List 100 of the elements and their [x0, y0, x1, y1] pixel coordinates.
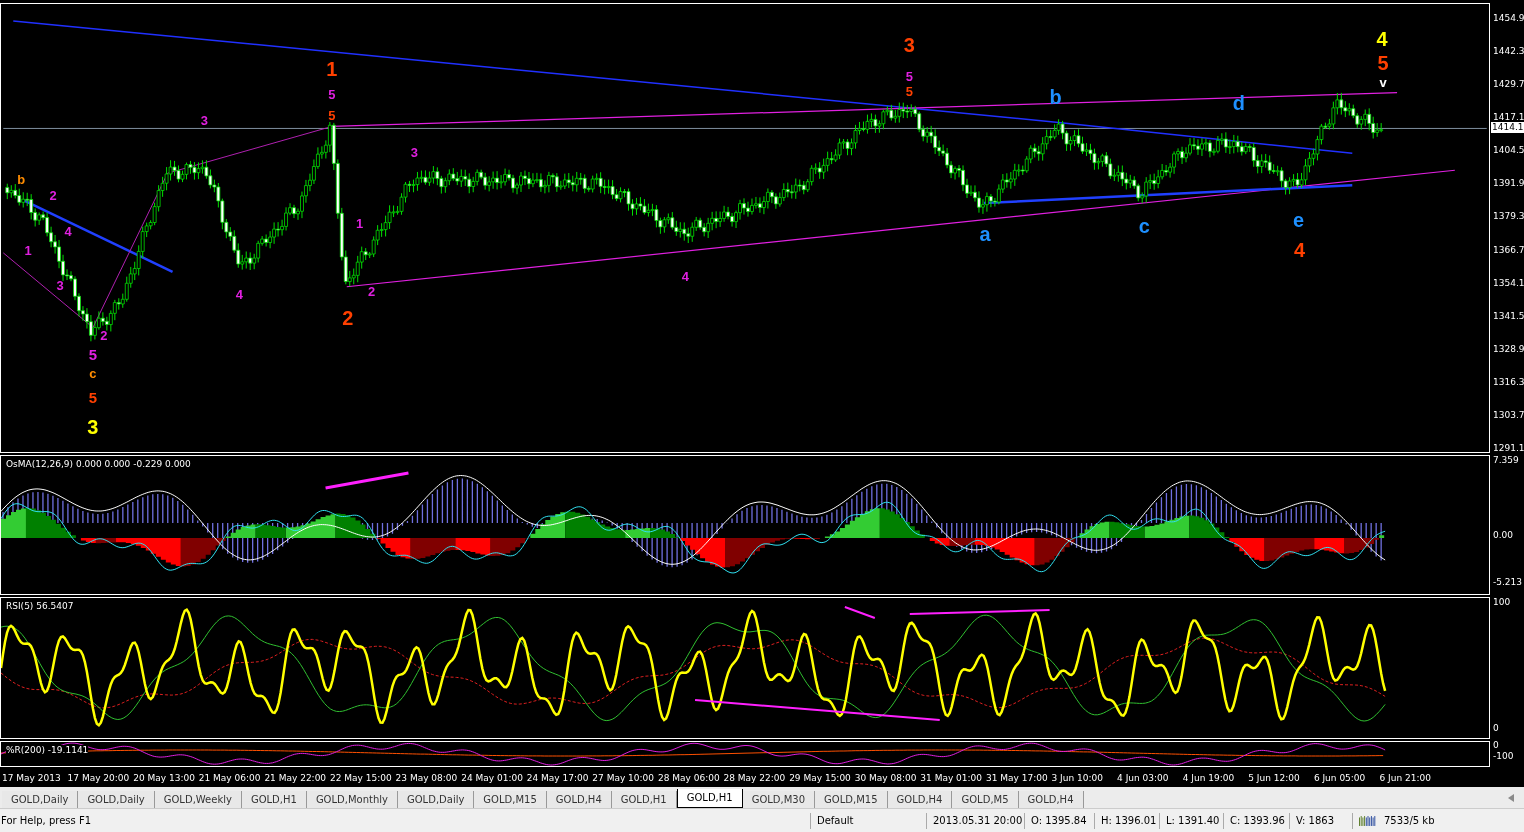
osma-tick: 7.359 — [1493, 455, 1519, 466]
time-label: 21 May 22:00 — [264, 772, 328, 783]
williams-r-tick: 0 — [1493, 740, 1499, 751]
status-volume: V: 1863 — [1289, 812, 1352, 829]
wave-label: 5 — [328, 87, 336, 102]
wave-label: 2 — [368, 284, 376, 300]
wave-label: 5 — [905, 69, 913, 85]
time-label: 3 Jun 10:00 — [1051, 772, 1104, 783]
wave-label: 4 — [64, 224, 72, 240]
rsi-tick: 0 — [1493, 723, 1499, 734]
indicator-label: %R(200) -19.1141 — [6, 745, 89, 755]
price-tick: 1366.7 — [1493, 244, 1524, 256]
chart-tab[interactable]: GOLD,H4 — [887, 791, 953, 808]
price-tick: 1391.9 — [1493, 178, 1524, 190]
status-traffic: 7533/5 kb — [1383, 814, 1436, 828]
chart-tab[interactable]: GOLD,M15 — [474, 791, 547, 808]
price-tick: 1303.7 — [1493, 409, 1524, 421]
wave-label: 5 — [88, 346, 98, 364]
wave-label: c — [89, 365, 97, 381]
price-tick: 1316.3 — [1493, 376, 1524, 388]
wave-label: v — [1379, 75, 1387, 91]
wave-label: a — [979, 223, 991, 246]
wave-label: 3 — [87, 416, 99, 439]
chart-tab[interactable]: GOLD,H4 — [1018, 791, 1084, 808]
time-label: 30 May 08:00 — [854, 772, 918, 783]
status-help-text: For Help, press F1 — [0, 814, 93, 828]
wave-label: 2 — [49, 187, 57, 203]
time-label: 23 May 08:00 — [395, 772, 459, 783]
time-label: 5 Jun 12:00 — [1248, 772, 1301, 783]
chart-tab[interactable]: GOLD,H1 — [611, 791, 677, 808]
wave-label: 5 — [88, 389, 98, 407]
time-label: 31 May 17:00 — [985, 772, 1049, 783]
chart-tab[interactable]: GOLD,M5 — [952, 791, 1019, 808]
connection-bars-icon — [1359, 813, 1376, 828]
current-price-tag: 1414.1 — [1491, 122, 1524, 133]
status-open: O: 1395.84 — [1024, 812, 1094, 829]
status-close: C: 1393.96 — [1223, 812, 1289, 829]
price-tick: 1454.9 — [1493, 13, 1524, 24]
wave-label: c — [1138, 215, 1150, 238]
indicator-label: RSI(5) 56.5407 — [6, 601, 74, 611]
time-label: 24 May 01:00 — [461, 772, 524, 783]
price-tick: 1379.3 — [1493, 211, 1524, 223]
price-tick: 1429.7 — [1493, 79, 1524, 91]
williams-r-tick: -100 — [1493, 751, 1514, 762]
wave-label: 3 — [56, 278, 64, 294]
wave-label: 2 — [342, 306, 354, 329]
time-label: 20 May 13:00 — [133, 772, 196, 783]
time-label: 22 May 15:00 — [329, 772, 393, 783]
price-tick: 1341.5 — [1493, 310, 1524, 322]
time-label: 17 May 20:00 — [67, 772, 131, 783]
wave-label: 1 — [24, 243, 32, 259]
chart-tab[interactable]: GOLD,Daily — [398, 791, 475, 808]
osma-tick: -5.213 — [1493, 577, 1522, 588]
wave-label: 3 — [200, 112, 208, 128]
chart-tab[interactable]: GOLD,Weekly — [154, 791, 242, 808]
status-profile: Default — [810, 812, 926, 829]
chart-tab[interactable]: GOLD,M30 — [742, 791, 816, 808]
wave-label: 3 — [903, 34, 915, 57]
chart-tab[interactable]: GOLD,Daily — [2, 791, 79, 808]
status-time: 2013.05.31 20:00 — [926, 812, 1024, 829]
wave-label: 1 — [326, 57, 338, 80]
wave-label: 4 — [1294, 239, 1306, 262]
status-high: H: 1396.01 — [1094, 812, 1159, 829]
wave-label: e — [1293, 209, 1305, 232]
time-label: 4 Jun 03:00 — [1117, 772, 1170, 783]
chart-tab[interactable]: GOLD,H4 — [546, 791, 612, 808]
price-tick: 1291.1 — [1493, 443, 1524, 454]
time-label: 21 May 06:00 — [198, 772, 262, 783]
time-label: 4 Jun 19:00 — [1182, 772, 1236, 783]
indicator-label: OsMA(12,26,9) 0.000 0.000 -0.229 0.000 — [6, 459, 191, 469]
wave-label: 3 — [410, 144, 419, 160]
time-label: 29 May 15:00 — [789, 772, 852, 783]
wave-label: b — [1049, 85, 1062, 108]
time-label: 6 Jun 21:00 — [1379, 772, 1432, 783]
price-tick: 1442.3 — [1493, 46, 1524, 58]
osma-tick: 0.00 — [1493, 530, 1514, 541]
time-label: 28 May 06:00 — [657, 772, 721, 783]
scroll-left-icon[interactable] — [1508, 794, 1514, 802]
rsi-tick: 100 — [1493, 597, 1511, 608]
time-label: 31 May 01:00 — [920, 772, 984, 783]
wave-label: 1 — [356, 216, 364, 232]
time-label: 17 May 2013 — [2, 772, 62, 783]
chart-tab[interactable]: GOLD,Monthly — [306, 791, 398, 808]
chart-tab[interactable]: GOLD,H1 — [676, 789, 743, 808]
price-tick: 1354.1 — [1493, 277, 1524, 289]
chart-tab[interactable]: GOLD,H1 — [241, 791, 307, 808]
wave-label: 5 — [1377, 52, 1389, 74]
price-tick: 1328.9 — [1493, 343, 1524, 355]
wave-label: 4 — [681, 269, 689, 285]
price-tick: 1404.5 — [1493, 145, 1524, 157]
wave-label: 4 — [235, 287, 243, 303]
chart-tab[interactable]: GOLD,Daily — [78, 791, 155, 808]
time-label: 27 May 10:00 — [592, 772, 656, 783]
wave-label: 5 — [905, 84, 913, 100]
status-low: L: 1391.40 — [1159, 812, 1223, 829]
wave-label: b — [17, 171, 26, 187]
time-label: 28 May 22:00 — [723, 772, 787, 783]
price-tick: 1417.1 — [1493, 112, 1524, 123]
chart-tab[interactable]: GOLD,M15 — [815, 791, 888, 808]
time-label: 6 Jun 05:00 — [1313, 772, 1367, 783]
